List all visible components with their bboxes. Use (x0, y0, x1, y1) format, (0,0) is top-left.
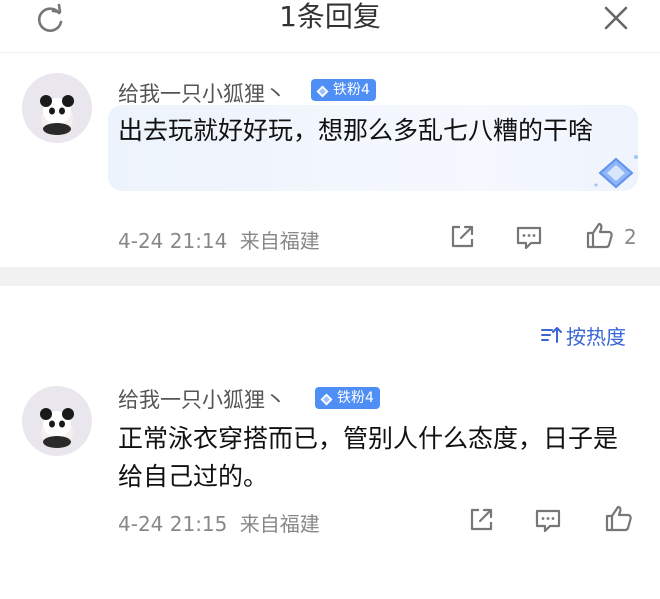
comment-meta: 4-24 21:14 来自福建 (118, 225, 320, 254)
comment-time: 4-24 21:14 (118, 229, 228, 253)
fan-badge: 铁粉4 (315, 387, 380, 409)
comment-time: 4-24 21:15 (118, 512, 228, 536)
diamond-icon (320, 391, 333, 406)
like-count: 2 (624, 225, 637, 249)
fan-badge: 铁粉4 (311, 79, 376, 101)
comment-text: 出去玩就好好玩，想那么多乱七八糟的干啥 (118, 116, 594, 145)
comment-location: 来自福建 (239, 229, 320, 253)
dialog-header: 1条回复 (0, 0, 660, 53)
avatar[interactable] (22, 73, 92, 143)
fan-badge-label: 铁粉4 (333, 82, 370, 98)
sort-label: 按热度 (566, 324, 626, 349)
comment-location: 来自福建 (239, 512, 320, 536)
section-divider (0, 267, 660, 286)
dialog-title: 1条回复 (279, 0, 381, 33)
comment-author[interactable]: 给我一只小狐狸丶 (118, 78, 286, 108)
fan-badge-label: 铁粉4 (337, 390, 374, 406)
share-icon[interactable] (466, 505, 496, 535)
close-icon[interactable] (598, 2, 634, 38)
thumbs-up-icon[interactable] (603, 503, 633, 533)
comment-author[interactable]: 给我一只小狐狸丶 (118, 384, 286, 414)
sort-icon (540, 323, 564, 347)
comment-text: 正常泳衣穿搭而已，管别人什么态度，日子是给自己过的。 (118, 424, 619, 491)
diamond-icon (316, 83, 329, 98)
share-icon[interactable] (447, 222, 477, 252)
avatar[interactable] (22, 386, 92, 456)
comment-meta: 4-24 21:15 来自福建 (118, 508, 320, 537)
sort-toggle[interactable]: 按热度 (540, 322, 626, 349)
comment-icon[interactable] (533, 505, 563, 535)
comment-icon[interactable] (514, 222, 544, 252)
thumbs-up-icon[interactable] (584, 220, 614, 250)
diamond-decoration-icon (594, 155, 638, 189)
